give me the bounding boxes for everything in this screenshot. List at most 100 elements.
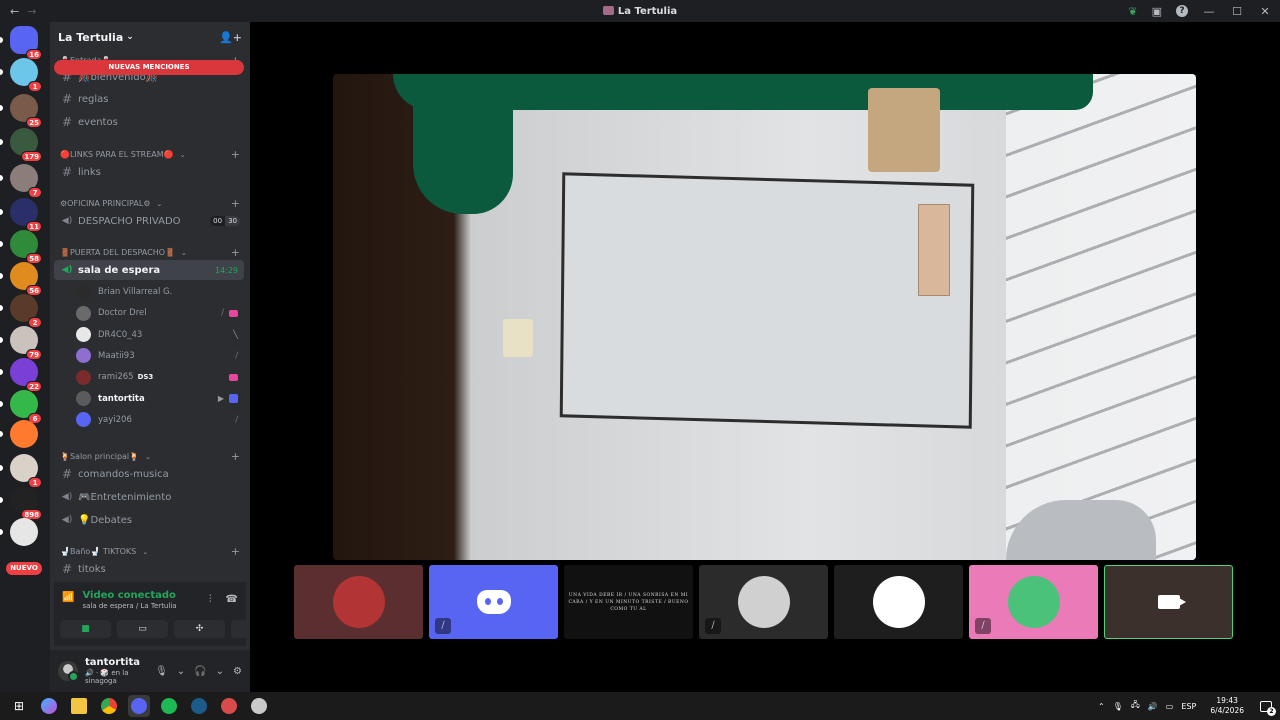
file-explorer-icon[interactable] <box>68 695 90 717</box>
channel-entretenimiento[interactable]: ◀) 🎮Entretenimiento <box>54 487 244 507</box>
channel-comandos-musica[interactable]: # comandos-musica <box>54 464 244 484</box>
tile-user-pink[interactable]: ⧸ <box>969 565 1098 639</box>
server-icon-9[interactable]: 2 <box>0 294 42 328</box>
forward-arrow-icon[interactable]: → <box>27 5 36 18</box>
add-channel-icon[interactable]: + <box>231 246 240 259</box>
channel-links[interactable]: # links <box>54 162 244 182</box>
channel-titoks[interactable]: # titoks <box>54 559 244 579</box>
invite-people-icon[interactable]: 👤+ <box>219 31 242 44</box>
voice-user[interactable]: Doctor Drel ⧸ <box>76 303 244 323</box>
add-channel-icon[interactable]: + <box>231 450 240 463</box>
add-channel-icon[interactable]: + <box>231 197 240 210</box>
avatar[interactable] <box>58 661 79 682</box>
discord-icon[interactable] <box>128 695 150 717</box>
voice-location[interactable]: sala de espera / La Tertulia <box>82 602 176 610</box>
copilot-icon[interactable] <box>38 695 60 717</box>
chevron-down-icon[interactable]: ⌄ <box>216 666 224 677</box>
server-icon-13[interactable] <box>0 420 38 448</box>
tile-quote[interactable]: UNA VIDA DEBE IR / UNA SONRISA EN MI CAR… <box>564 565 693 639</box>
screen-share-button[interactable]: ▭ <box>117 620 168 638</box>
category-label: ⚙OFICINA PRINCIPAL⚙ <box>60 199 151 208</box>
channel-eventos[interactable]: # eventos <box>54 112 244 132</box>
camera-button[interactable]: ■ <box>60 620 111 638</box>
new-mentions-banner[interactable]: NUEVAS MENCIONES <box>54 60 244 75</box>
server-icon-10[interactable]: 79 <box>0 326 42 360</box>
activities-button[interactable]: ✣ <box>174 620 225 638</box>
video-paper-roll <box>868 88 940 172</box>
battery-icon[interactable]: ▭ <box>1166 702 1174 711</box>
new-server-badge[interactable]: NUEVO <box>6 562 42 575</box>
server-icon-7[interactable]: 58 <box>0 230 42 264</box>
inbox-icon[interactable]: ▣ <box>1152 5 1162 18</box>
chevron-down-icon: ⌄ <box>179 150 186 159</box>
unread-pill <box>0 305 3 311</box>
category-oficina[interactable]: ⚙OFICINA PRINCIPAL⚙ ⌄ + <box>60 197 240 210</box>
server-icon-4[interactable]: 179 <box>0 128 42 162</box>
volume-icon[interactable]: 🔊 <box>1148 702 1158 711</box>
server-icon-11[interactable]: 22 <box>0 358 42 392</box>
server-icon-14[interactable]: 1 <box>0 454 42 488</box>
focused-video-stream[interactable] <box>333 74 1196 560</box>
clock[interactable]: 19:43 6/4/2026 <box>1210 696 1244 716</box>
minimize-button[interactable]: — <box>1202 5 1216 18</box>
channel-despacho-privado[interactable]: ◀) DESPACHO PRIVADO 00 30 <box>54 211 244 231</box>
add-channel-icon[interactable]: + <box>231 148 240 161</box>
channel-debates[interactable]: ◀) 💡Debates <box>54 510 244 530</box>
tile-self-camera[interactable] <box>1104 565 1233 639</box>
server-icon-5[interactable]: 7 <box>0 164 42 198</box>
spotify-icon[interactable] <box>158 695 180 717</box>
category-bano[interactable]: 🚽Baño🚽 TIKTOKS ⌄ + <box>60 545 240 558</box>
signal-icon[interactable]: 📶 <box>62 592 74 603</box>
close-button[interactable]: ✕ <box>1258 5 1272 18</box>
chevron-down-icon: ⌄ <box>180 248 187 257</box>
category-links[interactable]: 🔴LINKS PARA EL STREAM🔴 ⌄ + <box>60 148 240 161</box>
channel-reglas[interactable]: # reglas <box>54 89 244 109</box>
channel-sala-de-espera[interactable]: ◀) sala de espera 14:29 <box>54 260 244 280</box>
back-arrow-icon[interactable]: ← <box>10 5 19 18</box>
maximize-button[interactable]: ☐ <box>1230 5 1244 18</box>
nitro-leaf-icon[interactable]: ❦ <box>1128 5 1137 18</box>
category-salon[interactable]: 🍹Salon principal🍹 ⌄ + <box>60 450 240 463</box>
voice-user[interactable]: rami265 DS3 <box>76 367 244 387</box>
app-icon[interactable] <box>218 695 240 717</box>
server-icon-12[interactable]: 6 <box>0 390 42 424</box>
voice-user[interactable]: Brian Villarreal G. <box>76 282 244 302</box>
notification-icon[interactable]: 2 <box>1260 700 1276 716</box>
chevron-down-icon[interactable]: ⌄ <box>177 666 185 677</box>
voice-status[interactable]: Video conectado <box>82 590 176 601</box>
help-icon[interactable]: ? <box>1176 5 1188 17</box>
server-icon-8[interactable]: 56 <box>0 262 42 296</box>
gear-icon[interactable]: ⚙ <box>233 666 242 677</box>
tile-user-bw[interactable]: ⧸ <box>699 565 828 639</box>
disconnect-icon[interactable]: ☎ <box>226 594 238 605</box>
app2-icon[interactable] <box>248 695 270 717</box>
server-icon-6[interactable]: 11 <box>0 198 42 232</box>
steam-icon[interactable] <box>188 695 210 717</box>
tile-user-red-car[interactable] <box>294 565 423 639</box>
tile-user-white[interactable] <box>834 565 963 639</box>
headphones-icon[interactable]: 🎧 <box>194 666 206 677</box>
server-icon-1[interactable]: 16 <box>0 26 42 60</box>
chevron-up-icon[interactable]: ⌃ <box>1098 702 1105 711</box>
microphone-icon[interactable]: 🎙 <box>155 666 168 677</box>
chrome-icon[interactable] <box>98 695 120 717</box>
noise-suppression-icon[interactable]: ⫶ <box>209 594 212 605</box>
voice-user[interactable]: Maatii93 ⧸ <box>76 346 244 366</box>
server-icon-16[interactable] <box>0 518 38 546</box>
tile-discord-default[interactable]: ⧸ <box>429 565 558 639</box>
server-icon-2[interactable]: 1 <box>0 58 42 92</box>
microphone-icon[interactable]: 🎙 <box>1113 702 1123 711</box>
guild-header[interactable]: La Tertulia ⌄ 👤+ <box>50 22 250 52</box>
language-indicator[interactable]: ESP <box>1181 702 1196 711</box>
server-icon-15[interactable]: 898 <box>0 486 42 520</box>
voice-user[interactable]: DR4C0_43 ╲ <box>76 325 244 345</box>
voice-user[interactable]: yayi206 ⧸ <box>76 410 244 430</box>
category-label: 🍹Salon principal🍹 <box>60 452 140 461</box>
start-icon[interactable]: ⊞ <box>8 695 30 717</box>
network-icon[interactable]: 🖧 <box>1131 699 1140 713</box>
category-puerta[interactable]: 🚪PUERTA DEL DESPACHO🚪 ⌄ + <box>60 246 240 259</box>
voice-user[interactable]: tantortita ▶ <box>76 389 244 409</box>
add-channel-icon[interactable]: + <box>231 545 240 558</box>
username[interactable]: tantortita <box>85 657 155 668</box>
server-icon-3[interactable]: 25 <box>0 94 42 128</box>
